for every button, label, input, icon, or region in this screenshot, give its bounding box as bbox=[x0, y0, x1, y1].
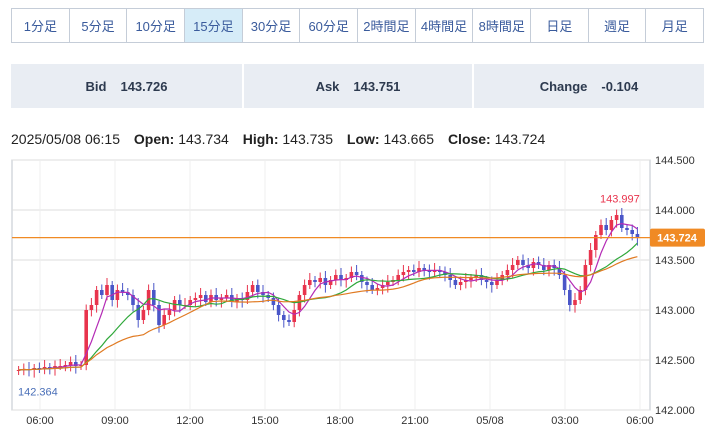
candle-body bbox=[110, 285, 114, 300]
x-tick-label: 06:00 bbox=[626, 415, 654, 427]
x-tick-label: 09:00 bbox=[101, 415, 129, 427]
candle-body bbox=[370, 285, 374, 290]
candle-body bbox=[396, 275, 400, 280]
candle-body bbox=[609, 220, 614, 230]
current-price-text: 143.724 bbox=[657, 233, 698, 245]
candle-body bbox=[198, 295, 203, 298]
x-tick-label: 03:00 bbox=[551, 415, 579, 427]
candle-body bbox=[401, 272, 406, 275]
candle-body bbox=[94, 290, 99, 305]
candle-body bbox=[308, 280, 312, 285]
candle-body bbox=[453, 280, 458, 285]
candle-body bbox=[136, 305, 140, 320]
y-tick-label: 143.500 bbox=[655, 255, 695, 267]
candle-body bbox=[505, 270, 510, 275]
candle-body bbox=[458, 282, 463, 285]
candle-body bbox=[141, 310, 146, 320]
y-tick-label: 142.500 bbox=[655, 355, 695, 367]
candle-body bbox=[588, 250, 593, 265]
candle-body bbox=[250, 285, 255, 292]
candle-body bbox=[302, 285, 307, 295]
candle-body bbox=[271, 298, 276, 305]
candle-body bbox=[604, 225, 608, 230]
candle-body bbox=[152, 290, 156, 305]
candle-body bbox=[412, 270, 416, 272]
y-tick-label: 144.000 bbox=[655, 205, 695, 217]
y-tick-label: 143.000 bbox=[655, 305, 695, 317]
x-tick-label: 05/08 bbox=[476, 415, 504, 427]
low-annotation: 142.364 bbox=[18, 387, 58, 399]
candle-body bbox=[620, 215, 624, 228]
candle-body bbox=[469, 278, 473, 280]
candlestick-chart[interactable]: 144.500 144.000 143.500 143.000 142.500 142.0… bbox=[0, 0, 720, 430]
candle-body bbox=[568, 290, 572, 305]
candle-body bbox=[625, 228, 629, 230]
candle-body bbox=[521, 260, 525, 265]
y-tick-label: 144.500 bbox=[655, 155, 695, 167]
candle-body bbox=[105, 285, 109, 295]
x-tick-label: 12:00 bbox=[176, 415, 204, 427]
candle-body bbox=[422, 268, 426, 270]
candle-body bbox=[614, 215, 619, 220]
candle-body bbox=[282, 315, 286, 320]
candle-body bbox=[292, 310, 296, 322]
candle-body bbox=[334, 275, 338, 280]
candle-body bbox=[89, 305, 94, 310]
candle-body bbox=[386, 282, 390, 285]
candle-body bbox=[365, 282, 369, 285]
candle-body bbox=[120, 290, 125, 292]
x-tick-label: 15:00 bbox=[251, 415, 279, 427]
y-tick-label: 142.000 bbox=[655, 405, 695, 417]
candle-body bbox=[484, 280, 489, 282]
x-tick-label: 21:00 bbox=[401, 415, 429, 427]
candle-body bbox=[573, 300, 577, 305]
x-tick-label: 06:00 bbox=[26, 415, 54, 427]
candle-body bbox=[510, 265, 515, 270]
high-annotation: 143.997 bbox=[600, 193, 640, 205]
candle-body bbox=[318, 278, 322, 282]
candle-body bbox=[100, 290, 104, 295]
candle-body bbox=[162, 315, 166, 325]
candle-body bbox=[599, 225, 603, 235]
candle-body bbox=[583, 265, 588, 290]
candle-body bbox=[313, 280, 317, 282]
candle-body bbox=[276, 305, 281, 315]
candle-body bbox=[68, 362, 73, 365]
candle-body bbox=[256, 285, 260, 292]
candle-body bbox=[630, 230, 634, 234]
candle-body bbox=[406, 270, 411, 272]
candle-body bbox=[562, 275, 567, 290]
candle-body bbox=[157, 305, 161, 325]
candle-body bbox=[204, 295, 208, 302]
candle-body bbox=[167, 310, 172, 315]
candle-body bbox=[354, 272, 359, 275]
x-tick-label: 18:00 bbox=[326, 415, 354, 427]
candle-body bbox=[490, 282, 494, 285]
candle-body bbox=[193, 298, 198, 300]
candle-body bbox=[516, 260, 520, 265]
candle-body bbox=[287, 320, 291, 322]
